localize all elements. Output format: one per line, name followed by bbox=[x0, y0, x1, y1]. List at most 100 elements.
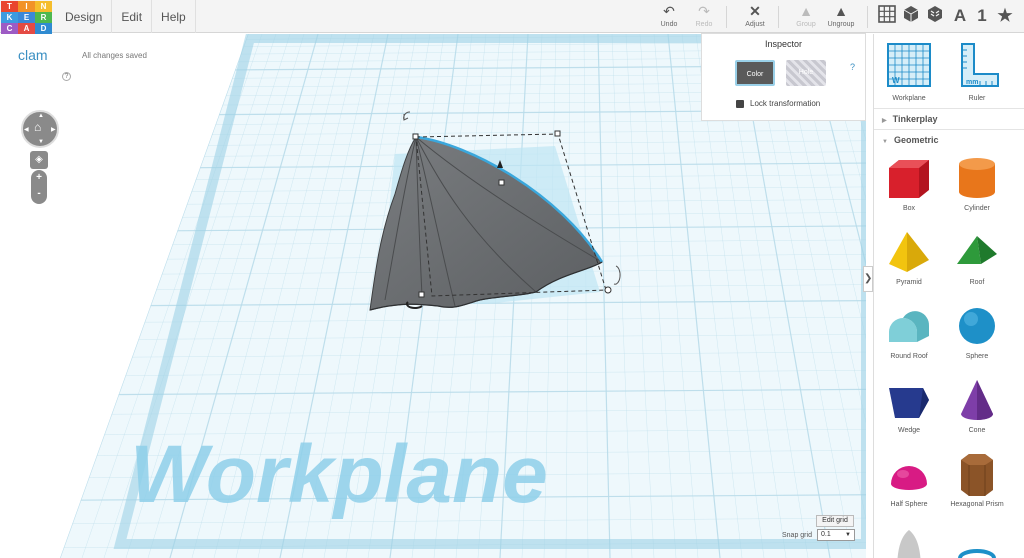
shape-label: Box bbox=[902, 205, 916, 212]
resize-handle[interactable] bbox=[418, 291, 425, 298]
shape-label: Half Sphere bbox=[890, 501, 928, 508]
edit-grid-button[interactable]: Edit grid bbox=[816, 515, 854, 527]
arrow-down-icon[interactable]: ▼ bbox=[38, 139, 44, 145]
shape-cylinder[interactable]: Cylinder bbox=[942, 154, 1012, 212]
project-name[interactable]: clam bbox=[18, 47, 48, 63]
shape-label: Cone bbox=[968, 427, 986, 434]
ruler-tool-icon: mm bbox=[961, 43, 999, 87]
ungroup-button[interactable]: ▲ Ungroup bbox=[821, 3, 861, 31]
arrow-up-icon[interactable]: ▲ bbox=[38, 113, 44, 119]
toolbar-divider bbox=[778, 6, 779, 28]
inspector-help-icon[interactable]: ? bbox=[850, 62, 855, 72]
shapes-panel: W Workplane mm Ruler ▶ Tinkerplay ▼ Geomet… bbox=[873, 34, 1024, 558]
cube-view-icon[interactable] bbox=[900, 5, 922, 27]
adjust-label: Adjust bbox=[745, 21, 765, 28]
shape-roof[interactable]: Roof bbox=[942, 228, 1012, 286]
menu-design[interactable]: Design bbox=[56, 0, 113, 33]
resize-handle[interactable] bbox=[412, 133, 419, 140]
number-shapes-icon[interactable]: 1 bbox=[971, 5, 993, 27]
shape-label: Roof bbox=[969, 279, 985, 286]
section-tinkerplay[interactable]: ▶ Tinkerplay bbox=[874, 108, 1024, 128]
logo-letter: N bbox=[35, 1, 52, 12]
ruler-tool[interactable]: mm Ruler bbox=[947, 42, 1007, 102]
resize-handle[interactable] bbox=[498, 179, 505, 186]
color-button[interactable]: Color bbox=[735, 60, 775, 86]
adjust-icon: ✕ bbox=[749, 3, 761, 19]
resize-handle[interactable] bbox=[604, 286, 612, 294]
grid-view-icon[interactable] bbox=[876, 5, 898, 27]
logo-letter: E bbox=[18, 12, 35, 23]
undo-label: Undo bbox=[660, 21, 678, 28]
workplane-label: Workplane bbox=[130, 429, 548, 520]
components-icon[interactable] bbox=[924, 5, 946, 27]
menu-edit[interactable]: Edit bbox=[112, 0, 153, 33]
hexagonal-prism-icon bbox=[961, 454, 993, 496]
pyramid-icon bbox=[889, 232, 929, 272]
svg-text:W: W bbox=[892, 76, 900, 85]
adjust-button[interactable]: ✕ Adjust bbox=[735, 3, 775, 31]
svg-text:mm: mm bbox=[966, 79, 978, 86]
zoom-in-button[interactable]: + bbox=[31, 170, 47, 186]
logo-letter: K bbox=[1, 12, 18, 23]
snap-grid-value: 0.1 bbox=[821, 531, 831, 538]
zoom-control: + - bbox=[31, 170, 47, 204]
logo-letter: R bbox=[35, 12, 52, 23]
tinkercad-logo[interactable]: T I N K E R C A D bbox=[1, 1, 53, 34]
lock-transformation-toggle[interactable]: Lock transformation bbox=[736, 99, 820, 108]
section-label: Geometric bbox=[893, 135, 939, 145]
logo-letter: C bbox=[1, 23, 18, 34]
collapse-panel-button[interactable]: ❯ bbox=[863, 266, 873, 292]
logo-letter: A bbox=[18, 23, 35, 34]
shape-cone[interactable]: Cone bbox=[942, 376, 1012, 434]
main-menu: Design Edit Help bbox=[56, 0, 196, 33]
workplane-tool-icon: W bbox=[887, 43, 931, 87]
snap-grid-label: Snap grid bbox=[782, 532, 812, 539]
shape-hexagonal-prism[interactable]: Hexagonal Prism bbox=[942, 450, 1012, 508]
toolbar-divider bbox=[867, 6, 868, 28]
redo-button[interactable]: ↷ Redo bbox=[684, 3, 724, 31]
round-roof-icon bbox=[889, 311, 930, 342]
lock-label: Lock transformation bbox=[750, 99, 821, 108]
shape-round-roof[interactable]: Round Roof bbox=[874, 302, 944, 360]
shape-label: Pyramid bbox=[896, 279, 922, 286]
group-button[interactable]: ▲ Group bbox=[786, 3, 826, 31]
ungroup-label: Ungroup bbox=[827, 21, 855, 28]
ungroup-icon: ▲ bbox=[834, 3, 848, 19]
sphere-icon bbox=[959, 308, 995, 344]
shape-label: Sphere bbox=[965, 353, 989, 360]
snap-grid-select[interactable]: 0.1 ▼ bbox=[817, 529, 855, 541]
paraboloid-icon bbox=[897, 530, 921, 558]
resize-handle[interactable] bbox=[554, 130, 561, 137]
workplane-tool[interactable]: W Workplane bbox=[879, 42, 939, 102]
section-geometric[interactable]: ▼ Geometric bbox=[874, 129, 1024, 149]
menu-help[interactable]: Help bbox=[152, 0, 196, 33]
shape-torus[interactable] bbox=[942, 524, 1012, 558]
shape-half-sphere[interactable]: Half Sphere bbox=[874, 450, 944, 508]
chevron-down-icon: ▼ bbox=[882, 139, 888, 145]
shape-box[interactable]: Box bbox=[874, 154, 944, 212]
help-icon[interactable]: ? bbox=[62, 72, 71, 81]
orbit-control[interactable]: ▲ ▼ ◀ ▶ ⌂ bbox=[21, 110, 59, 148]
inspector-title: Inspector bbox=[764, 39, 803, 49]
shape-paraboloid[interactable] bbox=[874, 524, 944, 558]
logo-letter: D bbox=[35, 23, 52, 34]
logo-letter: I bbox=[18, 1, 35, 12]
arrow-left-icon[interactable]: ◀ bbox=[24, 126, 29, 133]
undo-button[interactable]: ↶ Undo bbox=[649, 3, 689, 31]
shape-sphere[interactable]: Sphere bbox=[942, 302, 1012, 360]
star-icon[interactable]: ★ bbox=[994, 5, 1016, 27]
shape-wedge[interactable]: Wedge bbox=[874, 376, 944, 434]
roof-icon bbox=[957, 236, 997, 264]
shape-pyramid[interactable]: Pyramid bbox=[874, 228, 944, 286]
group-icon: ▲ bbox=[799, 3, 813, 19]
torus-icon bbox=[958, 549, 996, 558]
arrow-right-icon[interactable]: ▶ bbox=[51, 126, 56, 133]
top-bar: T I N K E R C A D Design Edit Help ↶ Und… bbox=[0, 0, 1024, 34]
hole-button[interactable]: Hole bbox=[786, 60, 826, 86]
cylinder-icon bbox=[959, 158, 995, 198]
shape-label: Cylinder bbox=[964, 205, 990, 212]
home-icon[interactable]: ⌂ bbox=[34, 121, 46, 133]
zoom-out-button[interactable]: - bbox=[31, 186, 47, 202]
text-shapes-icon[interactable]: A bbox=[949, 5, 971, 27]
view-cube-icon[interactable]: ◈ bbox=[30, 151, 48, 169]
